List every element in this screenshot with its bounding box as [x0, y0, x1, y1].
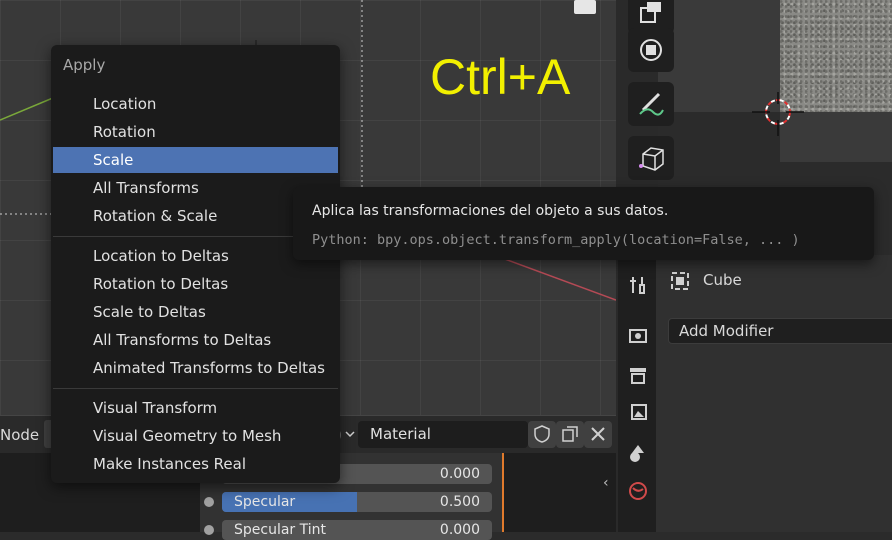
menu-separator — [53, 388, 338, 389]
tab-scene[interactable] — [624, 439, 652, 467]
node-mode-label: Node — [0, 426, 40, 444]
sidebar-collapse-arrow[interactable]: ‹ — [603, 475, 609, 491]
properties-panel — [656, 255, 892, 532]
menu-item[interactable]: Rotation to Deltas — [53, 271, 338, 297]
unlink-material-button[interactable] — [584, 421, 612, 448]
copy-icon — [562, 426, 578, 442]
render-camera-icon — [629, 329, 647, 343]
add-cube-icon — [639, 147, 664, 171]
shield-icon — [534, 425, 550, 443]
fake-user-button[interactable] — [528, 421, 556, 448]
slider-value: 0.000 — [439, 466, 480, 482]
operator-tooltip: Aplica las transformaciones del objeto a… — [293, 187, 874, 260]
scale-icon — [640, 2, 661, 23]
apply-menu: Apply Location Rotation Scale All Transform… — [51, 45, 340, 483]
add-modifier-button[interactable]: Add Modifier — [668, 318, 892, 344]
slider-value: 0.500 — [439, 494, 480, 510]
tool-wrench-icon — [630, 277, 645, 294]
input-socket[interactable] — [204, 525, 214, 535]
node-slider[interactable]: Specular Tint 0.000 — [222, 520, 492, 540]
menu-item[interactable]: All Transforms to Deltas — [53, 327, 338, 353]
transform-icon — [640, 39, 662, 61]
object-name: Cube — [703, 271, 742, 289]
slider-label: Specular — [234, 494, 296, 510]
tab-tool[interactable] — [624, 271, 652, 299]
menu-item[interactable]: Animated Transforms to Deltas — [53, 355, 338, 381]
menu-item[interactable]: Scale — [53, 147, 338, 173]
tool-add-cube-button[interactable] — [628, 136, 674, 180]
node-slider[interactable]: Specular 0.500 — [222, 492, 492, 512]
3d-cursor-icon — [752, 92, 804, 136]
close-icon — [591, 427, 605, 441]
properties-tab-bar — [618, 255, 656, 532]
annotate-pencil-icon — [639, 92, 664, 116]
object-square-icon — [671, 272, 689, 290]
menu-item[interactable]: Rotation — [53, 119, 338, 145]
slider-value: 0.000 — [439, 522, 480, 538]
menu-item[interactable]: Make Instances Real — [53, 451, 338, 477]
input-socket[interactable] — [204, 497, 214, 507]
menu-item[interactable]: Visual Geometry to Mesh — [53, 423, 338, 449]
material-name-field[interactable]: Material — [358, 421, 528, 448]
menu-item[interactable]: Visual Transform — [53, 395, 338, 421]
duplicate-material-button[interactable] — [556, 421, 584, 448]
tool-annotate-button[interactable] — [628, 82, 674, 126]
menu-item[interactable]: Scale to Deltas — [53, 299, 338, 325]
tab-view-layer[interactable] — [624, 399, 652, 427]
tab-render[interactable] — [624, 321, 652, 349]
tab-world[interactable] — [624, 477, 652, 505]
view-layer-image-icon — [631, 404, 647, 420]
menu-title: Apply — [63, 56, 106, 74]
tab-output[interactable] — [624, 361, 652, 389]
tooltip-python-command: Python: bpy.ops.object.transform_apply(l… — [312, 232, 800, 248]
world-globe-icon — [629, 482, 647, 500]
scene-shapes-icon — [630, 445, 644, 462]
tool-transform-button[interactable] — [628, 28, 674, 72]
menu-item[interactable]: Location — [53, 91, 338, 117]
slider-label: Specular Tint — [234, 522, 327, 538]
shortcut-overlay: Ctrl+A — [430, 49, 571, 105]
tooltip-description: Aplica las transformaciones del objeto a… — [312, 203, 669, 219]
output-printer-icon — [630, 368, 646, 384]
